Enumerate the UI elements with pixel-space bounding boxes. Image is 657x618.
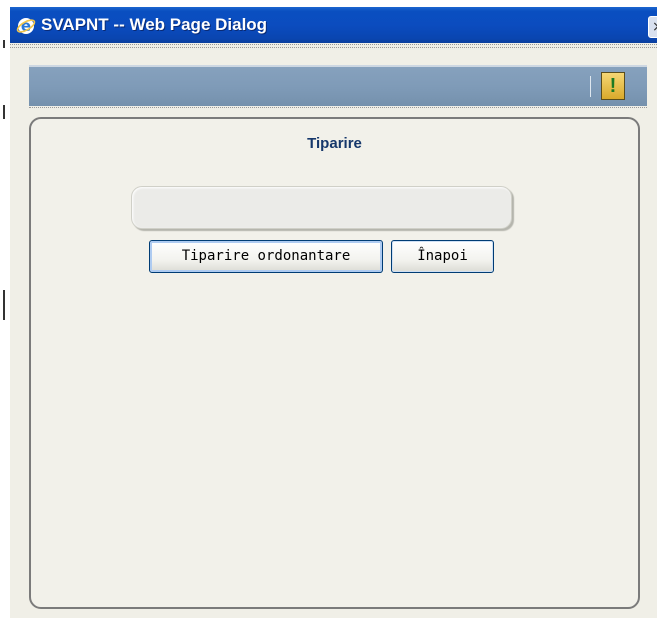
warning-icon[interactable]: ! — [601, 72, 625, 100]
print-panel: Tiparire Tiparire ordonantare Înapoi — [29, 117, 640, 609]
edge-mark — [3, 290, 5, 320]
dialog-window: e SVAPNT -- Web Page Dialog × ! Tiparire… — [10, 7, 657, 618]
panel-title: Tiparire — [307, 135, 362, 152]
edge-mark — [3, 105, 5, 119]
edge-mark — [3, 40, 5, 48]
title-bar[interactable]: e SVAPNT -- Web Page Dialog × — [10, 7, 657, 43]
back-button[interactable]: Înapoi — [391, 240, 494, 273]
dotted-divider — [10, 47, 657, 48]
print-ordonantare-button[interactable]: Tiparire ordonantare — [149, 240, 383, 273]
header-toolbar: ! — [29, 65, 647, 106]
dotted-divider — [10, 44, 657, 45]
window-title: SVAPNT -- Web Page Dialog — [41, 15, 268, 34]
message-box — [131, 186, 512, 229]
internet-explorer-icon: e — [16, 17, 36, 35]
left-edge-strip — [0, 0, 10, 618]
close-button[interactable]: × — [648, 16, 657, 38]
dotted-divider — [29, 107, 647, 108]
toolbar-separator — [590, 76, 591, 97]
